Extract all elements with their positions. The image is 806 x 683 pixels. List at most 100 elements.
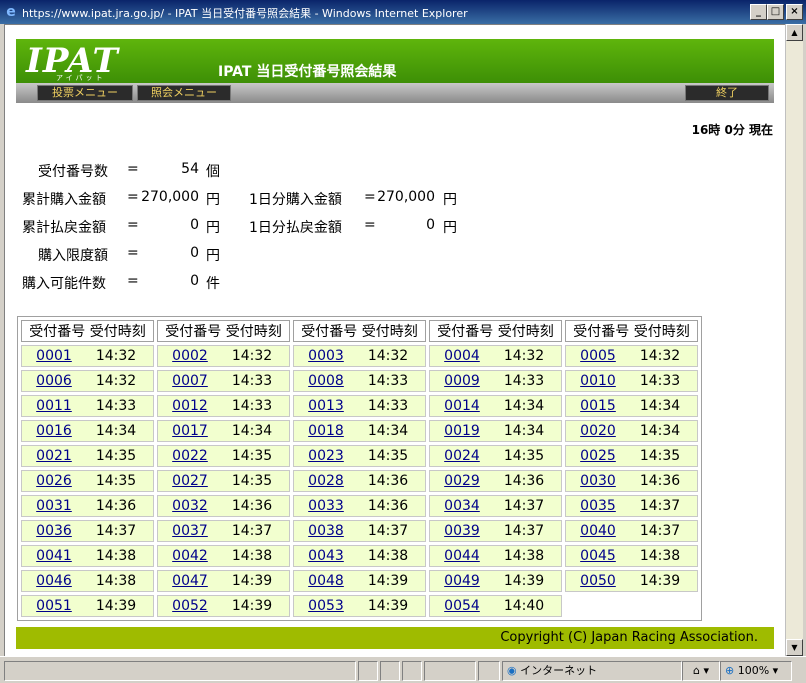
receipt-number-link[interactable]: 0047 (158, 573, 222, 589)
receipt-number-link[interactable]: 0036 (22, 523, 86, 539)
receipt-number-link[interactable]: 0035 (566, 498, 630, 514)
receipt-time: 14:34 (95, 423, 137, 439)
receipt-number-link[interactable]: 0026 (22, 473, 86, 489)
status-pane (380, 661, 400, 681)
receipt-number-link[interactable]: 0045 (566, 548, 630, 564)
receipt-time: 14:38 (503, 548, 545, 564)
receipt-time: 14:34 (231, 423, 273, 439)
table-row: 0001 14:32 0002 14:32 0003 14:32 0004 14:32 0005… (21, 345, 698, 367)
receipt-time: 14:39 (95, 598, 137, 614)
receipt-number-link[interactable]: 0008 (294, 373, 358, 389)
receipt-number-link[interactable]: 0025 (566, 448, 630, 464)
receipt-number-link[interactable]: 0039 (430, 523, 494, 539)
receipt-time: 14:38 (231, 548, 273, 564)
end-button[interactable]: 終了 (685, 85, 769, 101)
receipt-time: 14:39 (503, 573, 545, 589)
receipt-number-link[interactable]: 0001 (22, 348, 86, 364)
receipt-number-link[interactable]: 0013 (294, 398, 358, 414)
receipt-number-link[interactable]: 0053 (294, 598, 358, 614)
receipt-number-link[interactable]: 0019 (430, 423, 494, 439)
receipt-number-link[interactable]: 0031 (22, 498, 86, 514)
close-button[interactable]: × (786, 4, 803, 20)
receipt-number-link[interactable]: 0043 (294, 548, 358, 564)
scroll-up-button[interactable]: ▲ (786, 24, 803, 41)
home-icon: ⌂ ▾ (692, 664, 709, 677)
security-zone[interactable]: ◉ インターネット (502, 661, 682, 681)
receipt-time: 14:38 (95, 573, 137, 589)
receipt-number-link[interactable]: 0054 (430, 598, 494, 614)
current-time: 16時 0分 現在 (691, 123, 773, 137)
table-cell: 0026 14:35 (21, 470, 154, 492)
table-row: 0051 14:39 0052 14:39 0053 14:39 0054 14:40 (21, 595, 698, 617)
vertical-scrollbar[interactable]: ▲ ▼ (785, 24, 803, 656)
receipt-number-link[interactable]: 0033 (294, 498, 358, 514)
receipt-number-link[interactable]: 0048 (294, 573, 358, 589)
receipt-number-link[interactable]: 0046 (22, 573, 86, 589)
receipt-number-link[interactable]: 0021 (22, 448, 86, 464)
receipt-number-link[interactable]: 0042 (158, 548, 222, 564)
receipt-number-link[interactable]: 0028 (294, 473, 358, 489)
receipt-number-link[interactable]: 0037 (158, 523, 222, 539)
protected-mode-button[interactable]: ⌂ ▾ (682, 661, 720, 681)
receipt-number-link[interactable]: 0030 (566, 473, 630, 489)
receipt-number-link[interactable]: 0027 (158, 473, 222, 489)
receipt-number-link[interactable]: 0020 (566, 423, 630, 439)
table-cell: 0009 14:33 (429, 370, 562, 392)
vote-menu-button[interactable]: 投票メニュー (37, 85, 133, 101)
receipt-number-link[interactable]: 0012 (158, 398, 222, 414)
receipt-time: 14:35 (231, 448, 273, 464)
receipt-time: 14:39 (367, 573, 409, 589)
zoom-level: 100% (737, 664, 770, 677)
receipt-time: 14:33 (95, 398, 137, 414)
receipt-number-link[interactable]: 0044 (430, 548, 494, 564)
zoom-button[interactable]: ⊕ 100% ▾ (720, 661, 792, 681)
receipt-number-link[interactable]: 0023 (294, 448, 358, 464)
table-row: 0006 14:32 0007 14:33 0008 14:33 0009 14:33 0010… (21, 370, 698, 392)
receipt-number-link[interactable]: 0014 (430, 398, 494, 414)
receipt-number-link[interactable]: 0004 (430, 348, 494, 364)
receipt-number-link[interactable]: 0052 (158, 598, 222, 614)
receipt-number-link[interactable]: 0002 (158, 348, 222, 364)
receipt-number-link[interactable]: 0010 (566, 373, 630, 389)
receipt-number-link[interactable]: 0040 (566, 523, 630, 539)
receipt-number-link[interactable]: 0005 (566, 348, 630, 364)
receipt-number-link[interactable]: 0016 (22, 423, 86, 439)
receipt-number-link[interactable]: 0003 (294, 348, 358, 364)
ie-logo-icon: e (6, 4, 16, 20)
table-cell: 0004 14:32 (429, 345, 562, 367)
receipt-number-link[interactable]: 0007 (158, 373, 222, 389)
window-title: https://www.ipat.jra.go.jp/ - IPAT 当日受付番… (22, 7, 468, 20)
receipt-number-link[interactable]: 0006 (22, 373, 86, 389)
receipt-number-link[interactable]: 0024 (430, 448, 494, 464)
receipt-time: 14:37 (503, 498, 545, 514)
receipt-number-link[interactable]: 0032 (158, 498, 222, 514)
receipt-number-link[interactable]: 0049 (430, 573, 494, 589)
table-row: 0041 14:38 0042 14:38 0043 14:38 0044 14:38 0045… (21, 545, 698, 567)
receipt-number-link[interactable]: 0009 (430, 373, 494, 389)
table-cell: 0037 14:37 (157, 520, 290, 542)
count-label: 受付番号数 (38, 164, 108, 180)
receipt-number-link[interactable]: 0015 (566, 398, 630, 414)
receipt-time: 14:37 (231, 523, 273, 539)
inquiry-menu-button[interactable]: 照会メニュー (137, 85, 231, 101)
receipt-time: 14:33 (503, 373, 545, 389)
receipt-number-link[interactable]: 0038 (294, 523, 358, 539)
receipt-number-link[interactable]: 0022 (158, 448, 222, 464)
receipt-number-link[interactable]: 0041 (22, 548, 86, 564)
receipt-number-link[interactable]: 0011 (22, 398, 86, 414)
receipt-time: 14:35 (231, 473, 273, 489)
receipt-number-link[interactable]: 0018 (294, 423, 358, 439)
column-header: 受付番号 受付時刻 (157, 320, 290, 342)
receipt-number-link[interactable]: 0034 (430, 498, 494, 514)
day-buy-label: 1日分購入金額 (249, 192, 342, 208)
minimize-button[interactable]: _ (750, 4, 767, 20)
receipt-number-link[interactable]: 0029 (430, 473, 494, 489)
receipt-number-link[interactable]: 0017 (158, 423, 222, 439)
receipt-time: 14:35 (95, 448, 137, 464)
maximize-button[interactable]: □ (767, 4, 784, 20)
receipt-time: 14:34 (367, 423, 409, 439)
receipt-number-link[interactable]: 0050 (566, 573, 630, 589)
table-cell: 0033 14:36 (293, 495, 426, 517)
scroll-down-button[interactable]: ▼ (786, 639, 803, 656)
receipt-number-link[interactable]: 0051 (22, 598, 86, 614)
